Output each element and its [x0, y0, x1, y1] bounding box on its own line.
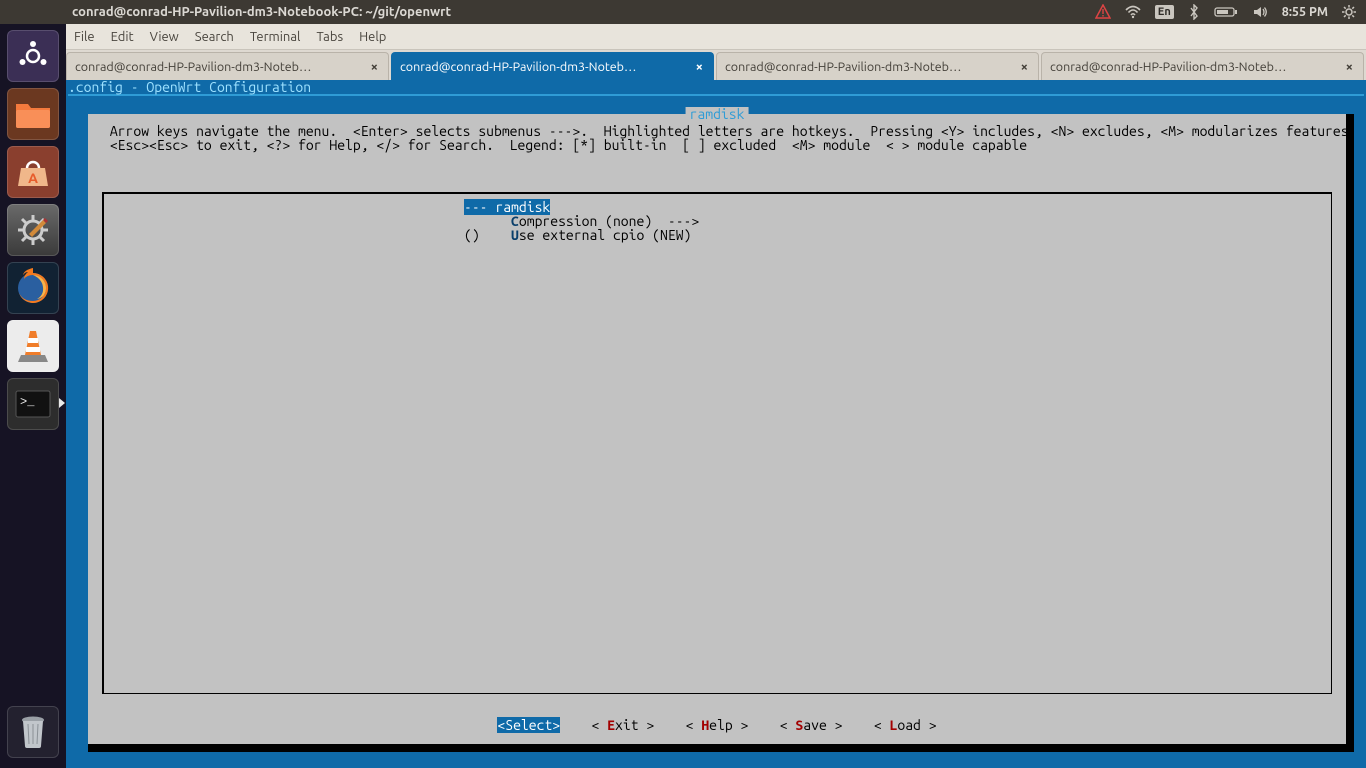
tab-close-icon[interactable]: ×	[369, 60, 380, 74]
menu-item-compression[interactable]: Compression (none) --->	[104, 214, 1331, 228]
volume-icon[interactable]	[1252, 4, 1268, 20]
select-button[interactable]: <Select>	[497, 717, 560, 733]
system-top-panel: conrad@conrad-HP-Pavilion-dm3-Notebook-P…	[0, 0, 1366, 24]
tab-label: conrad@conrad-HP-Pavilion-dm3-Noteb…	[725, 60, 1013, 74]
system-indicators: En 8:55 PM	[1095, 4, 1366, 20]
menu-help[interactable]: Help	[359, 30, 386, 44]
terminal-tab[interactable]: conrad@conrad-HP-Pavilion-dm3-Noteb… ×	[716, 52, 1039, 80]
save-button[interactable]: < Save >	[780, 717, 843, 733]
terminal-tab[interactable]: conrad@conrad-HP-Pavilion-dm3-Noteb… ×	[1041, 52, 1364, 80]
section-title: ramdisk	[686, 107, 749, 121]
terminal-tab[interactable]: conrad@conrad-HP-Pavilion-dm3-Noteb… ×	[391, 52, 714, 80]
tab-close-icon[interactable]: ×	[1019, 60, 1030, 74]
unity-launcher: A >_	[0, 24, 66, 768]
tab-label: conrad@conrad-HP-Pavilion-dm3-Noteb…	[1050, 60, 1338, 74]
menu-search[interactable]: Search	[195, 30, 234, 44]
vlc-icon[interactable]	[7, 320, 59, 372]
svg-text:A: A	[28, 170, 38, 186]
menu-file[interactable]: File	[74, 30, 95, 44]
menu-view[interactable]: View	[150, 30, 179, 44]
load-button[interactable]: < Load >	[874, 717, 937, 733]
settings-icon[interactable]	[7, 204, 59, 256]
keyboard-lang-indicator[interactable]: En	[1155, 5, 1174, 19]
warning-icon[interactable]	[1095, 4, 1111, 20]
terminal-window: File Edit View Search Terminal Tabs Help…	[66, 24, 1366, 768]
clock[interactable]: 8:55 PM	[1282, 5, 1328, 19]
bluetooth-icon[interactable]	[1188, 4, 1200, 20]
menu-tabs[interactable]: Tabs	[316, 30, 343, 44]
menu-list[interactable]: --- ramdisk Compression (none) ---> () U…	[102, 192, 1332, 694]
tab-close-icon[interactable]: ×	[1344, 60, 1355, 74]
wifi-icon[interactable]	[1125, 4, 1141, 20]
menu-terminal[interactable]: Terminal	[250, 30, 301, 44]
terminal-tab[interactable]: conrad@conrad-HP-Pavilion-dm3-Noteb… ×	[66, 52, 389, 80]
files-icon[interactable]	[7, 88, 59, 140]
terminal-menubar: File Edit View Search Terminal Tabs Help	[66, 24, 1366, 50]
firefox-icon[interactable]	[7, 262, 59, 314]
menuconfig-dialog: ramdisk Arrow keys navigate the menu. <E…	[88, 114, 1354, 752]
battery-icon[interactable]	[1214, 6, 1238, 18]
help-button[interactable]: < Help >	[686, 717, 749, 733]
config-header: .config - OpenWrt Configuration	[66, 80, 1366, 94]
menu-item-ramdisk[interactable]: --- ramdisk	[104, 200, 1331, 214]
tab-label: conrad@conrad-HP-Pavilion-dm3-Noteb…	[400, 60, 688, 74]
session-gear-icon[interactable]	[1342, 5, 1356, 19]
tab-label: conrad@conrad-HP-Pavilion-dm3-Noteb…	[75, 60, 363, 74]
software-center-icon[interactable]: A	[7, 146, 59, 198]
svg-text:>_: >_	[20, 395, 35, 409]
terminal-icon[interactable]: >_	[7, 378, 59, 430]
dialog-button-row: <Select> < Exit > < Help > < Save > < Lo…	[88, 718, 1346, 732]
menu-edit[interactable]: Edit	[111, 30, 134, 44]
tab-close-icon[interactable]: ×	[694, 60, 705, 74]
terminal-tabbar: conrad@conrad-HP-Pavilion-dm3-Noteb… × c…	[66, 50, 1366, 80]
trash-icon[interactable]	[7, 706, 59, 758]
exit-button[interactable]: < Exit >	[592, 717, 655, 733]
dash-icon[interactable]	[7, 30, 59, 82]
menu-item-external-cpio[interactable]: () Use external cpio (NEW)	[104, 228, 1331, 242]
window-title: conrad@conrad-HP-Pavilion-dm3-Notebook-P…	[0, 5, 1095, 19]
terminal-viewport[interactable]: .config - OpenWrt Configuration ramdisk …	[66, 80, 1366, 768]
